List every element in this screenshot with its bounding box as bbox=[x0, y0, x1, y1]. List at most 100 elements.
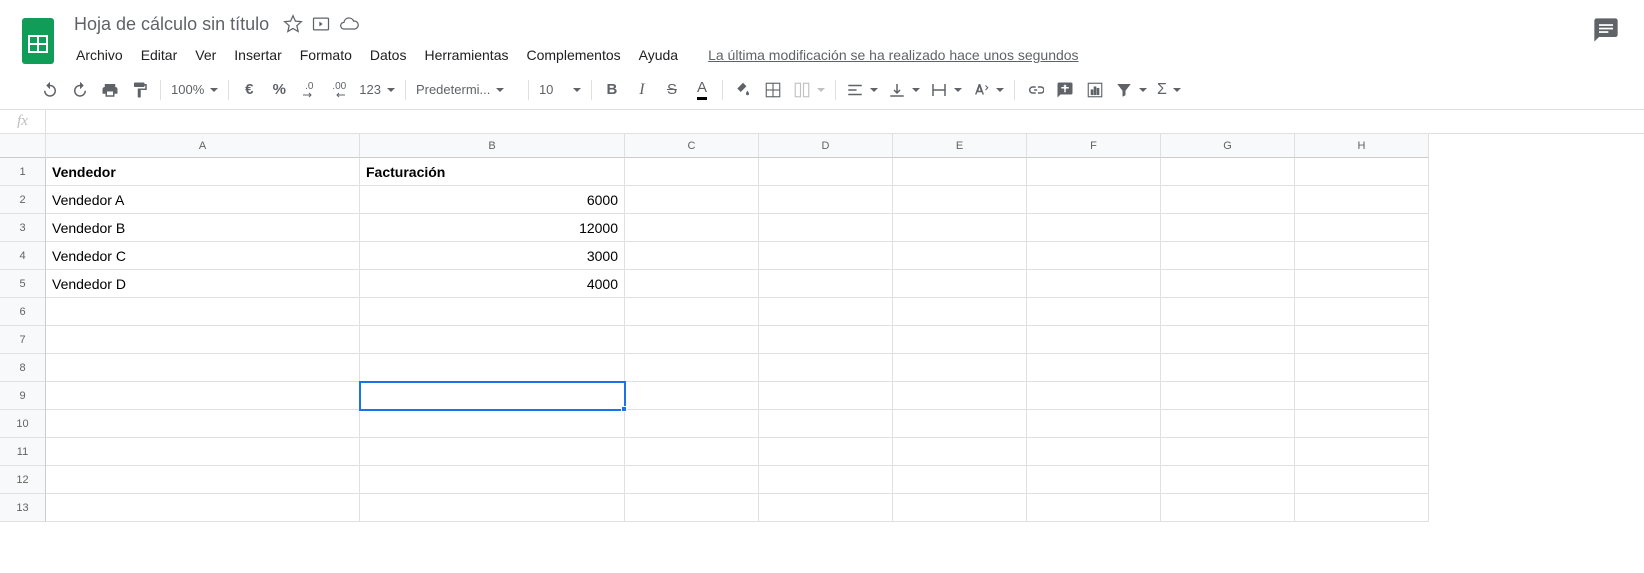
cell-G11[interactable] bbox=[1161, 438, 1295, 466]
cell-B12[interactable] bbox=[360, 466, 625, 494]
cell-C10[interactable] bbox=[625, 410, 759, 438]
paint-format-button[interactable] bbox=[126, 76, 154, 104]
cell-C9[interactable] bbox=[625, 382, 759, 410]
cell-F1[interactable] bbox=[1027, 158, 1161, 186]
cell-D2[interactable] bbox=[759, 186, 893, 214]
cell-H8[interactable] bbox=[1295, 354, 1429, 382]
menu-complementos[interactable]: Complementos bbox=[518, 43, 628, 67]
cell-H9[interactable] bbox=[1295, 382, 1429, 410]
cell-G2[interactable] bbox=[1161, 186, 1295, 214]
cell-B3[interactable]: 12000 bbox=[360, 214, 625, 242]
cell-F8[interactable] bbox=[1027, 354, 1161, 382]
cell-F6[interactable] bbox=[1027, 298, 1161, 326]
row-header-7[interactable]: 7 bbox=[0, 326, 46, 354]
cell-H4[interactable] bbox=[1295, 242, 1429, 270]
percent-button[interactable]: % bbox=[265, 76, 293, 104]
cell-B4[interactable]: 3000 bbox=[360, 242, 625, 270]
row-header-2[interactable]: 2 bbox=[0, 186, 46, 214]
cell-D10[interactable] bbox=[759, 410, 893, 438]
row-header-13[interactable]: 13 bbox=[0, 494, 46, 522]
decrease-decimal-button[interactable]: .0 bbox=[295, 76, 323, 104]
cell-F2[interactable] bbox=[1027, 186, 1161, 214]
cell-C11[interactable] bbox=[625, 438, 759, 466]
column-header-A[interactable]: A bbox=[46, 134, 360, 158]
cell-D4[interactable] bbox=[759, 242, 893, 270]
redo-button[interactable] bbox=[66, 76, 94, 104]
column-header-C[interactable]: C bbox=[625, 134, 759, 158]
cell-G10[interactable] bbox=[1161, 410, 1295, 438]
font-select[interactable]: Predetermi... bbox=[412, 76, 522, 104]
cell-A9[interactable] bbox=[46, 382, 360, 410]
row-header-1[interactable]: 1 bbox=[0, 158, 46, 186]
star-icon[interactable] bbox=[283, 14, 303, 34]
number-format-select[interactable]: 123 bbox=[355, 76, 399, 104]
functions-button[interactable]: Σ bbox=[1153, 76, 1185, 104]
move-icon[interactable] bbox=[311, 14, 331, 34]
increase-decimal-button[interactable]: .00 bbox=[325, 76, 353, 104]
merge-cells-button[interactable] bbox=[789, 76, 829, 104]
menu-insertar[interactable]: Insertar bbox=[226, 43, 289, 67]
cell-F13[interactable] bbox=[1027, 494, 1161, 522]
cell-A3[interactable]: Vendedor B bbox=[46, 214, 360, 242]
menu-datos[interactable]: Datos bbox=[362, 43, 415, 67]
cell-C6[interactable] bbox=[625, 298, 759, 326]
cell-A11[interactable] bbox=[46, 438, 360, 466]
horizontal-align-button[interactable] bbox=[842, 76, 882, 104]
cell-A7[interactable] bbox=[46, 326, 360, 354]
column-header-H[interactable]: H bbox=[1295, 134, 1429, 158]
undo-button[interactable] bbox=[36, 76, 64, 104]
cell-D3[interactable] bbox=[759, 214, 893, 242]
menu-herramientas[interactable]: Herramientas bbox=[416, 43, 516, 67]
row-header-11[interactable]: 11 bbox=[0, 438, 46, 466]
cell-D7[interactable] bbox=[759, 326, 893, 354]
row-header-5[interactable]: 5 bbox=[0, 270, 46, 298]
comments-button[interactable] bbox=[1592, 8, 1620, 44]
cell-G4[interactable] bbox=[1161, 242, 1295, 270]
cell-A13[interactable] bbox=[46, 494, 360, 522]
row-header-3[interactable]: 3 bbox=[0, 214, 46, 242]
cell-B13[interactable] bbox=[360, 494, 625, 522]
cell-H1[interactable] bbox=[1295, 158, 1429, 186]
cell-E6[interactable] bbox=[893, 298, 1027, 326]
cell-F3[interactable] bbox=[1027, 214, 1161, 242]
cell-D5[interactable] bbox=[759, 270, 893, 298]
cell-A10[interactable] bbox=[46, 410, 360, 438]
cell-H13[interactable] bbox=[1295, 494, 1429, 522]
cell-B2[interactable]: 6000 bbox=[360, 186, 625, 214]
cell-E4[interactable] bbox=[893, 242, 1027, 270]
cell-F9[interactable] bbox=[1027, 382, 1161, 410]
print-button[interactable] bbox=[96, 76, 124, 104]
cloud-status-icon[interactable] bbox=[339, 14, 359, 34]
menu-editar[interactable]: Editar bbox=[133, 43, 186, 67]
cell-G6[interactable] bbox=[1161, 298, 1295, 326]
row-header-10[interactable]: 10 bbox=[0, 410, 46, 438]
cell-H3[interactable] bbox=[1295, 214, 1429, 242]
cell-H10[interactable] bbox=[1295, 410, 1429, 438]
cell-E3[interactable] bbox=[893, 214, 1027, 242]
cell-G3[interactable] bbox=[1161, 214, 1295, 242]
menu-formato[interactable]: Formato bbox=[292, 43, 360, 67]
font-size-select[interactable]: 10 bbox=[535, 76, 585, 104]
cell-E11[interactable] bbox=[893, 438, 1027, 466]
row-header-8[interactable]: 8 bbox=[0, 354, 46, 382]
cell-F4[interactable] bbox=[1027, 242, 1161, 270]
insert-chart-button[interactable] bbox=[1081, 76, 1109, 104]
column-header-G[interactable]: G bbox=[1161, 134, 1295, 158]
bold-button[interactable]: B bbox=[598, 76, 626, 104]
zoom-select[interactable]: 100% bbox=[167, 76, 222, 104]
cell-E8[interactable] bbox=[893, 354, 1027, 382]
cell-A1[interactable]: Vendedor bbox=[46, 158, 360, 186]
italic-button[interactable]: I bbox=[628, 76, 656, 104]
cell-F7[interactable] bbox=[1027, 326, 1161, 354]
cell-E10[interactable] bbox=[893, 410, 1027, 438]
insert-comment-button[interactable] bbox=[1051, 76, 1079, 104]
cell-E5[interactable] bbox=[893, 270, 1027, 298]
column-header-B[interactable]: B bbox=[360, 134, 625, 158]
cell-B1[interactable]: Facturación bbox=[360, 158, 625, 186]
cell-D11[interactable] bbox=[759, 438, 893, 466]
cell-A5[interactable]: Vendedor D bbox=[46, 270, 360, 298]
text-rotation-button[interactable] bbox=[968, 76, 1008, 104]
menu-archivo[interactable]: Archivo bbox=[68, 43, 131, 67]
cell-H6[interactable] bbox=[1295, 298, 1429, 326]
cell-D9[interactable] bbox=[759, 382, 893, 410]
